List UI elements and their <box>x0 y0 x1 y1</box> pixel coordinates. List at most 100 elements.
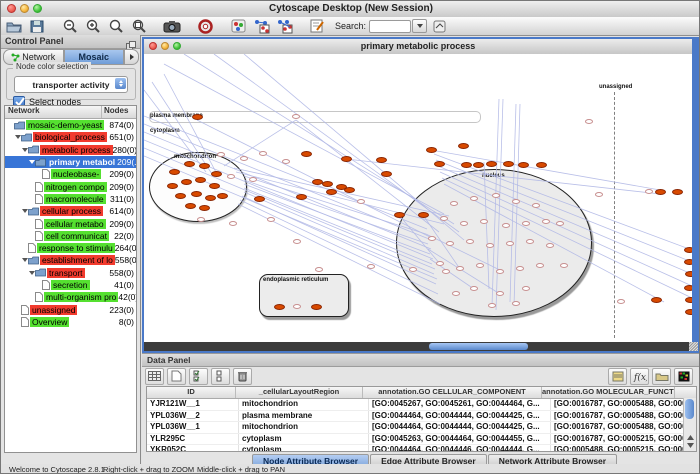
graph-node-selected-color[interactable] <box>685 271 693 277</box>
graph-node-selected-color[interactable] <box>655 189 666 195</box>
graph-node-selected-color[interactable] <box>195 177 206 183</box>
zoom-out-icon[interactable] <box>60 18 80 34</box>
tab-overflow-button[interactable] <box>124 49 139 65</box>
graph-node[interactable] <box>436 261 444 266</box>
expander-down-icon[interactable] <box>28 160 35 164</box>
graph-node[interactable] <box>496 269 504 274</box>
graph-node[interactable] <box>617 299 625 304</box>
graph-node-selected-color[interactable] <box>254 196 265 202</box>
graph-node-selected-color[interactable] <box>344 187 355 193</box>
function-builder-icon[interactable]: f(x) <box>630 368 649 385</box>
graph-node-selected-color[interactable] <box>199 205 210 211</box>
graph-node-selected-color[interactable] <box>211 171 222 177</box>
graph-node[interactable] <box>480 219 488 224</box>
graph-node-selected-color[interactable] <box>205 195 216 201</box>
graph-node-selected-color[interactable] <box>175 193 186 199</box>
table-vertical-scrollbar[interactable] <box>683 398 696 451</box>
select-attributes-icon[interactable] <box>189 368 208 385</box>
tree-item[interactable]: transport558(0) <box>5 267 136 279</box>
graph-node[interactable] <box>645 189 653 194</box>
tree-item[interactable]: establishment of lo558(0) <box>5 254 136 266</box>
zoom-fit-icon[interactable] <box>106 18 126 34</box>
tree-item[interactable]: unassigned223(0) <box>5 303 136 315</box>
graph-node[interactable] <box>470 286 478 291</box>
graph-node[interactable] <box>293 239 301 244</box>
window-titlebar[interactable]: Cytoscape Desktop (New Session) <box>1 1 700 18</box>
scroll-down-icon[interactable] <box>686 442 694 450</box>
graph-node-selected-color[interactable] <box>672 189 683 195</box>
graph-node-selected-color[interactable] <box>217 193 228 199</box>
graph-node-selected-color[interactable] <box>394 212 405 218</box>
graph-node[interactable] <box>249 177 257 182</box>
table-row[interactable]: YPL036W__2plasma membrane[GO:0044464, GO… <box>147 411 696 423</box>
column-header[interactable]: _cellularLayoutRegion <box>236 387 363 398</box>
table-row[interactable]: YKR052Ccytoplasm[GO:0044464, GO:0044446,… <box>147 445 696 452</box>
graph-node[interactable] <box>428 236 436 241</box>
graph-node[interactable] <box>536 263 544 268</box>
graph-node[interactable] <box>315 267 323 272</box>
graph-node-selected-color[interactable] <box>458 143 469 149</box>
graph-node-selected-color[interactable] <box>486 161 497 167</box>
graph-node[interactable] <box>512 301 520 306</box>
graph-node-selected-color[interactable] <box>684 247 693 253</box>
unselect-attributes-icon[interactable] <box>211 368 230 385</box>
layout-scale-icon[interactable] <box>251 18 271 34</box>
annotation-icon[interactable] <box>307 18 327 34</box>
graph-node-selected-color[interactable] <box>311 304 322 310</box>
tree-item[interactable]: primary metabol209(... <box>5 156 136 168</box>
graph-node-selected-color[interactable] <box>209 183 220 189</box>
search-input[interactable] <box>369 20 411 33</box>
tree-item[interactable]: mosaic-demo-yeast874(0) <box>5 119 136 131</box>
snapshot-icon[interactable] <box>162 18 182 34</box>
graph-node[interactable] <box>450 201 458 206</box>
graph-node-selected-color[interactable] <box>684 259 693 265</box>
tree-column-nodes[interactable]: Nodes <box>102 106 136 118</box>
graph-node-selected-color[interactable] <box>274 304 285 310</box>
graph-node[interactable] <box>522 286 530 291</box>
graph-node[interactable] <box>526 239 534 244</box>
graph-node[interactable] <box>357 199 365 204</box>
graph-node[interactable] <box>197 217 205 222</box>
zoom-in-icon[interactable] <box>83 18 103 34</box>
table-row[interactable]: YJR121W__1mitochondrion[GO:0045267, GO:0… <box>147 399 696 411</box>
graph-node[interactable] <box>506 241 514 246</box>
graph-node-selected-color[interactable] <box>167 183 178 189</box>
graph-node[interactable] <box>292 114 300 119</box>
graph-node-selected-color[interactable] <box>461 162 472 168</box>
graph-node-selected-color[interactable] <box>181 179 192 185</box>
graph-node[interactable] <box>595 192 603 197</box>
graph-node[interactable] <box>492 193 500 198</box>
graph-node-selected-color[interactable] <box>341 156 352 162</box>
graph-node[interactable] <box>440 216 448 221</box>
open-icon[interactable] <box>4 18 24 34</box>
graph-node-selected-color[interactable] <box>473 162 484 168</box>
float-panel-icon[interactable] <box>126 37 136 46</box>
graph-node-selected-color[interactable] <box>685 309 693 315</box>
graph-node-selected-color[interactable] <box>192 114 203 120</box>
delete-attribute-icon[interactable] <box>233 368 252 385</box>
graph-node[interactable] <box>512 199 520 204</box>
tree-item[interactable]: nucleobase-209(0) <box>5 168 136 180</box>
graph-node[interactable] <box>470 196 478 201</box>
graph-node-selected-color[interactable] <box>426 147 437 153</box>
tree-item[interactable]: metabolic process280(0) <box>5 144 136 156</box>
import-attributes-icon[interactable] <box>652 368 671 385</box>
search-dropdown-button[interactable] <box>412 19 427 33</box>
graph-node-selected-color[interactable] <box>184 161 195 167</box>
zoom-selected-icon[interactable] <box>129 18 149 34</box>
expander-down-icon[interactable] <box>21 258 28 262</box>
new-attribute-icon[interactable] <box>167 368 186 385</box>
graph-node[interactable] <box>259 151 267 156</box>
column-header[interactable]: annotation.GO MOLECULAR_FUNCTION <box>542 387 675 398</box>
table-row[interactable]: YPL036W__1mitochondrion[GO:0044464, GO:0… <box>147 422 696 434</box>
matrix-icon[interactable] <box>145 368 164 385</box>
graph-node-selected-color[interactable] <box>376 157 387 163</box>
graph-node[interactable] <box>522 221 530 226</box>
graph-node[interactable] <box>227 174 235 179</box>
save-icon[interactable] <box>27 18 47 34</box>
graph-node[interactable] <box>446 241 454 246</box>
graph-node-selected-color[interactable] <box>326 189 337 195</box>
graph-node[interactable] <box>502 223 510 228</box>
tree-item[interactable]: secretion41(0) <box>5 279 136 291</box>
graph-node[interactable] <box>516 266 524 271</box>
